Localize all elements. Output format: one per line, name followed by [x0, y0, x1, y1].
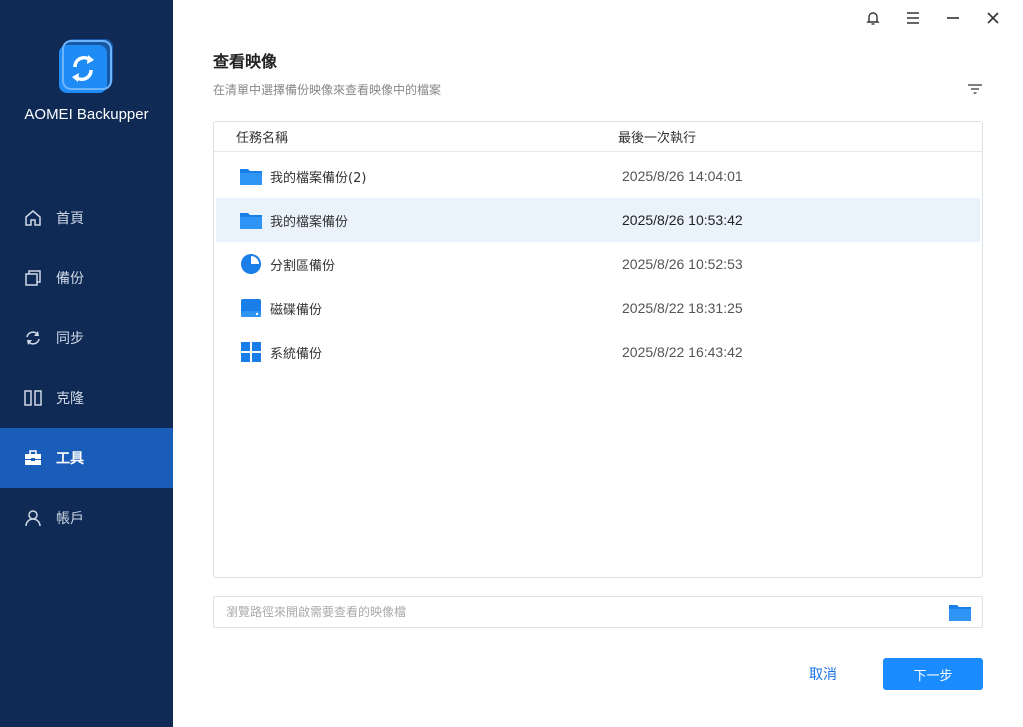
minimize-icon[interactable] — [933, 6, 973, 30]
bell-icon[interactable] — [853, 6, 893, 30]
column-header-name: 任務名稱 — [236, 131, 289, 146]
task-row[interactable]: 磁碟備份 2025/8/22 18:31:25 — [216, 286, 980, 330]
task-time: 2025/8/22 18:31:25 — [622, 300, 743, 316]
close-icon[interactable] — [973, 6, 1013, 30]
task-time: 2025/8/22 16:43:42 — [622, 344, 743, 360]
windows-icon — [239, 341, 263, 363]
sync-icon — [23, 328, 43, 348]
sidebar-item-label: 帳戶 — [56, 511, 84, 527]
sidebar-nav: 首頁 備份 同步 克隆 工具 帳戶 — [0, 188, 173, 548]
task-name: 我的檔案備份(2) — [270, 170, 367, 186]
browse-folder-icon[interactable] — [948, 602, 972, 622]
cancel-button[interactable]: 取消 — [789, 658, 857, 690]
app-logo-icon — [57, 37, 115, 95]
task-row[interactable]: 我的檔案備份(2) 2025/8/26 14:04:01 — [216, 154, 980, 198]
sidebar-item-label: 首頁 — [56, 211, 84, 227]
next-button[interactable]: 下一步 — [883, 658, 983, 690]
sidebar: AOMEI Backupper 首頁 備份 同步 克隆 工具 帳戶 — [0, 0, 173, 727]
page-title: 查看映像 — [213, 52, 278, 71]
backup-icon — [23, 268, 43, 288]
home-icon — [23, 208, 43, 228]
sidebar-item-backup[interactable]: 備份 — [0, 248, 173, 308]
task-name: 分割區備份 — [270, 258, 336, 274]
task-name: 我的檔案備份 — [270, 214, 349, 230]
account-icon — [23, 508, 43, 528]
sidebar-item-tools[interactable]: 工具 — [0, 428, 173, 488]
menu-icon[interactable] — [893, 6, 933, 30]
partition-icon — [239, 253, 263, 275]
task-row[interactable]: 我的檔案備份 2025/8/26 10:53:42 — [216, 198, 980, 242]
sidebar-item-clone[interactable]: 克隆 — [0, 368, 173, 428]
filter-icon[interactable] — [965, 80, 985, 98]
task-name: 系統備份 — [270, 346, 323, 362]
column-header-last-run: 最後一次執行 — [618, 131, 697, 146]
path-input-container — [213, 596, 983, 628]
task-list: 任務名稱 最後一次執行 我的檔案備份(2) 2025/8/26 14:04:01… — [213, 121, 983, 578]
page-subtitle: 在清單中選擇備份映像來查看映像中的檔案 — [213, 83, 442, 97]
sidebar-item-label: 工具 — [56, 451, 84, 467]
task-row[interactable]: 系統備份 2025/8/22 16:43:42 — [216, 330, 980, 374]
task-row[interactable]: 分割區備份 2025/8/26 10:52:53 — [216, 242, 980, 286]
sidebar-item-label: 同步 — [56, 331, 84, 347]
folder-icon — [239, 209, 263, 231]
sidebar-item-label: 克隆 — [56, 391, 84, 407]
list-header: 任務名稱 最後一次執行 — [214, 122, 982, 152]
task-name: 磁碟備份 — [270, 302, 323, 318]
task-time: 2025/8/26 10:53:42 — [622, 212, 743, 228]
clone-icon — [23, 388, 43, 408]
disk-icon — [239, 297, 263, 319]
window-controls — [853, 6, 1013, 30]
sidebar-item-label: 備份 — [56, 271, 84, 287]
sidebar-item-home[interactable]: 首頁 — [0, 188, 173, 248]
app-name: AOMEI Backupper — [24, 106, 149, 123]
image-path-input[interactable] — [214, 597, 934, 627]
task-time: 2025/8/26 14:04:01 — [622, 168, 743, 184]
folder-icon — [239, 165, 263, 187]
tools-icon — [23, 448, 43, 468]
task-rows: 我的檔案備份(2) 2025/8/26 14:04:01 我的檔案備份 2025… — [216, 154, 980, 374]
sidebar-item-sync[interactable]: 同步 — [0, 308, 173, 368]
task-time: 2025/8/26 10:52:53 — [622, 256, 743, 272]
sidebar-item-account[interactable]: 帳戶 — [0, 488, 173, 548]
